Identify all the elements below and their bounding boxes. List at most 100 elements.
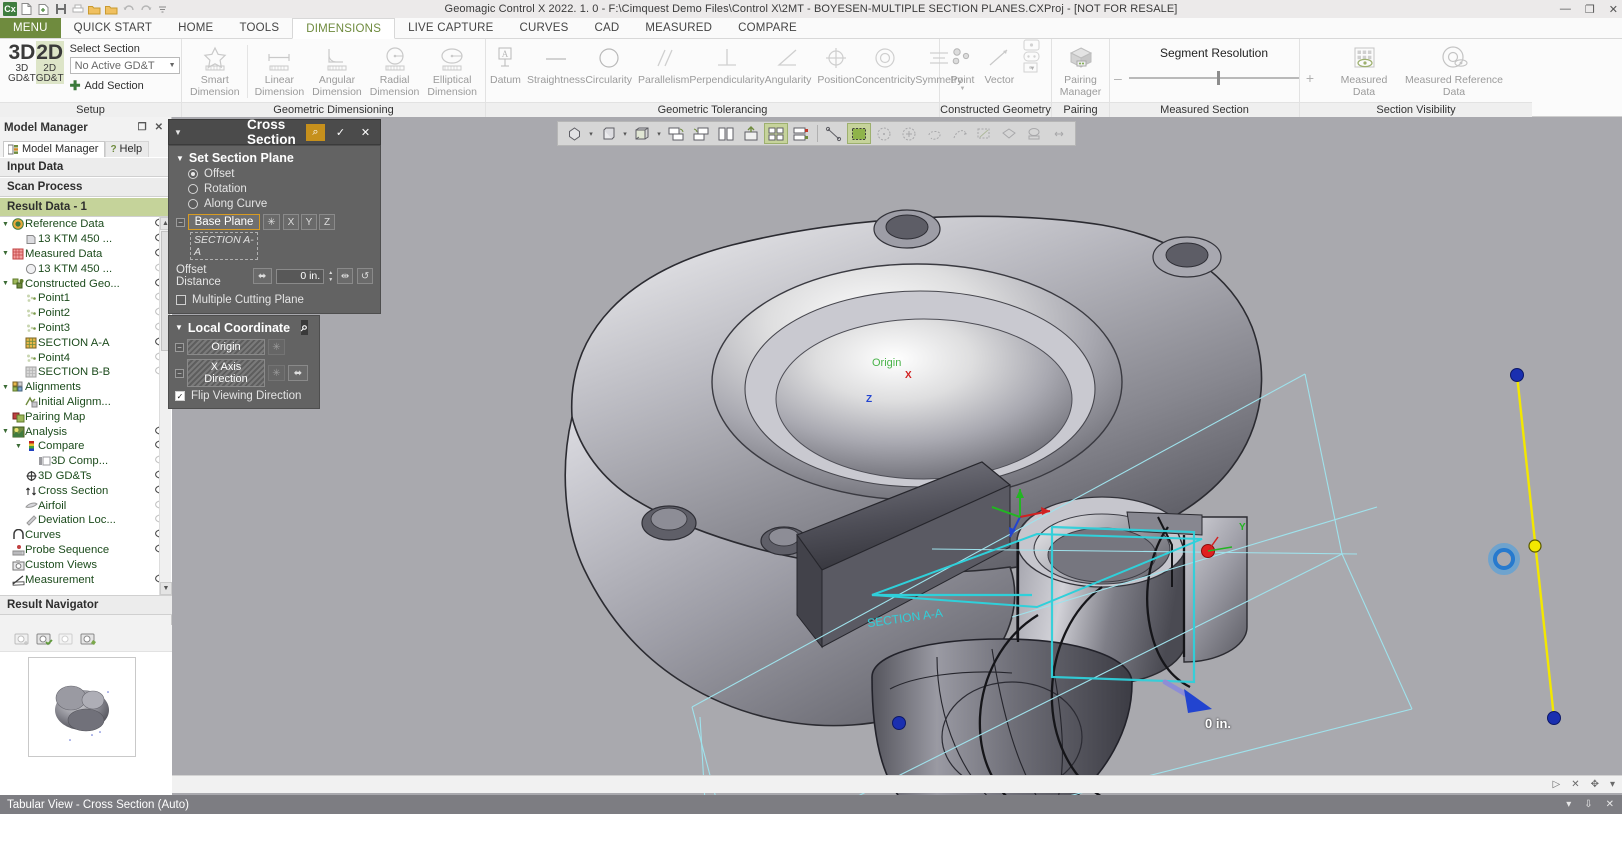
- radio-rotation-icon[interactable]: [188, 184, 198, 194]
- active-gdt-dropdown[interactable]: No Active GD&T ▼: [69, 57, 180, 74]
- tree-item-point1[interactable]: Point1: [0, 291, 172, 306]
- close-icon[interactable]: ✕: [1571, 779, 1579, 790]
- tree-caret-icon[interactable]: ▼: [0, 428, 11, 435]
- cancel-button[interactable]: ✕: [356, 124, 375, 141]
- more-geometry-dropdown-icon[interactable]: ▼: [1029, 66, 1035, 72]
- tree-item-section-a-a[interactable]: SECTION A-A: [0, 335, 172, 350]
- measured-data-button[interactable]: Measured Data: [1326, 41, 1402, 98]
- datum-button[interactable]: A Datum: [490, 41, 521, 86]
- close-panel-button[interactable]: ✕: [151, 122, 167, 133]
- tree-item-constructed-geo[interactable]: ▼ Constructed Geo...: [0, 276, 172, 291]
- multiple-cutting-plane-checkbox[interactable]: [176, 295, 186, 305]
- dropdown-icon[interactable]: ▾: [1610, 779, 1615, 790]
- wireframe-dropdown-icon[interactable]: ▾: [655, 130, 663, 138]
- radial-dimension-button[interactable]: Radial Dimension: [366, 41, 424, 98]
- model-tree[interactable]: ▼ Reference Data 13 KTM 450 ... ▼ Measured D…: [0, 217, 172, 595]
- slider-thumb[interactable]: [1217, 71, 1221, 85]
- section-field[interactable]: SECTION A-A: [190, 232, 258, 260]
- window-controls[interactable]: — ❐ ✕: [1560, 0, 1618, 18]
- tree-item-analysis[interactable]: ▼ Analysis: [0, 424, 172, 439]
- circle-plus-select-icon[interactable]: [897, 123, 921, 144]
- flip-viewing-direction-row[interactable]: ✓ Flip Viewing Direction: [175, 390, 313, 402]
- 3d-model-render[interactable]: [172, 117, 1622, 815]
- tabular-view-controls[interactable]: ▾ ⇩ ✕: [1566, 799, 1622, 810]
- angularity-button[interactable]: Angularity: [765, 41, 811, 86]
- multiple-cutting-plane-row[interactable]: Multiple Cutting Plane: [176, 294, 373, 306]
- smart-dimension-button[interactable]: Smart Dimension: [186, 41, 244, 98]
- tree-item-cross-section[interactable]: Cross Section: [0, 483, 172, 498]
- segment-resolution-slider[interactable]: – +: [1114, 70, 1314, 86]
- add-section-button[interactable]: ✚ Add Section: [70, 76, 180, 94]
- tab-quick-start[interactable]: QUICK START: [61, 18, 165, 38]
- flip-select-icon[interactable]: [1047, 123, 1071, 144]
- x-axis-direction-button[interactable]: X Axis Direction: [187, 359, 265, 387]
- wireframe-box-icon[interactable]: [630, 123, 654, 144]
- radio-offset-icon[interactable]: [188, 169, 198, 179]
- tab-menu[interactable]: MENU: [0, 18, 61, 38]
- local-coordinate-query-button[interactable]: ⌕: [301, 320, 309, 335]
- poly-select-icon[interactable]: [972, 123, 996, 144]
- 3d-viewport[interactable]: Origin X Z Y SECTION A-A 0 in. ▾ ▾ ▾: [172, 117, 1622, 815]
- offset-distance-row[interactable]: Offset Distance ⬌ 0 in. ▲ ▼ ⇹ ↺: [176, 264, 374, 288]
- tab-home[interactable]: HOME: [165, 18, 226, 38]
- box-view-dropdown-icon[interactable]: ▾: [621, 130, 629, 138]
- tabular-view-bar[interactable]: Tabular View - Cross Section (Auto) ▾ ⇩ …: [0, 795, 1622, 814]
- point-dropdown-icon[interactable]: ▼: [959, 86, 965, 92]
- linear-dimension-button[interactable]: Linear Dimension: [251, 41, 309, 98]
- tree-item-curves[interactable]: Curves: [0, 528, 172, 543]
- circularity-button[interactable]: Circularity: [585, 41, 632, 86]
- rect-select-icon[interactable]: [847, 123, 871, 144]
- capture-add-icon[interactable]: [14, 631, 31, 646]
- reset-icon[interactable]: ↺: [357, 268, 374, 284]
- tab-cad[interactable]: CAD: [581, 18, 632, 38]
- pin-icon[interactable]: ⇩: [1584, 799, 1592, 810]
- base-plane-button[interactable]: Base Plane: [188, 214, 260, 230]
- result-thumbnail[interactable]: [28, 657, 136, 757]
- stamp-select-icon[interactable]: [1022, 123, 1046, 144]
- angular-dimension-button[interactable]: Angular Dimension: [308, 41, 366, 98]
- split-vertical-icon[interactable]: [714, 123, 738, 144]
- measured-reference-data-button[interactable]: Measured Reference Data: [1402, 41, 1506, 98]
- tree-item-alignments[interactable]: ▼ Alignments: [0, 380, 172, 395]
- tree-item-point2[interactable]: Point2: [0, 306, 172, 321]
- minimize-button[interactable]: —: [1560, 3, 1571, 15]
- capture-remove-icon[interactable]: [58, 631, 75, 646]
- origin-expand-icon[interactable]: −: [175, 342, 184, 352]
- tree-item-13-ktm-450[interactable]: 13 KTM 450 ...: [0, 261, 172, 276]
- pairing-manager-button[interactable]: Pairing Manager: [1056, 41, 1105, 98]
- concentricity-button[interactable]: Concentricity: [855, 41, 915, 86]
- tree-item-3d-gd-ts[interactable]: 3D GD&Ts: [0, 469, 172, 484]
- scroll-down-button[interactable]: ▼: [160, 582, 172, 595]
- more-geometry-button[interactable]: ▼: [1018, 39, 1047, 73]
- radio-along-curve[interactable]: Along Curve: [188, 198, 373, 210]
- tree-item-13-ktm-450[interactable]: 13 KTM 450 ...: [0, 232, 172, 247]
- point-button[interactable]: Point ▼: [944, 41, 981, 92]
- pin-icon[interactable]: ✥: [1591, 779, 1599, 790]
- tab-measured[interactable]: MEASURED: [632, 18, 725, 38]
- model-manager-tabs[interactable]: Model Manager ? Help: [0, 138, 171, 157]
- tab-help[interactable]: ? Help: [105, 141, 150, 157]
- offset-spinner[interactable]: ▲ ▼: [328, 270, 333, 283]
- origin-pick-icon[interactable]: ✳: [268, 339, 285, 355]
- section-caret-icon[interactable]: ▼: [176, 154, 184, 163]
- tree-item-probe-sequence[interactable]: Probe Sequence: [0, 543, 172, 558]
- tree-item-measurement[interactable]: Measurement: [0, 572, 172, 587]
- tree-caret-icon[interactable]: ▼: [0, 250, 11, 257]
- tree-item-initial-alignm[interactable]: Initial Alignm...: [0, 395, 172, 410]
- slider-minus-icon[interactable]: –: [1114, 70, 1122, 86]
- axis-buttons[interactable]: X Y Z: [283, 214, 335, 230]
- tab-model-manager[interactable]: Model Manager: [3, 141, 106, 157]
- radio-along-curve-icon[interactable]: [188, 199, 198, 209]
- section-scan-process[interactable]: Scan Process: [0, 177, 171, 197]
- set-section-plane-header[interactable]: ▼ Set Section Plane: [176, 151, 373, 165]
- tree-item-reference-data[interactable]: ▼ Reference Data: [0, 217, 172, 232]
- measure-icon[interactable]: ⇹: [337, 268, 354, 284]
- tree-caret-icon[interactable]: ▼: [0, 384, 11, 391]
- tree-item-point3[interactable]: Point3: [0, 321, 172, 336]
- tab-tools[interactable]: TOOLS: [226, 18, 292, 38]
- origin-row[interactable]: − Origin ✳: [175, 339, 313, 355]
- tree-item-point4[interactable]: Point4: [0, 350, 172, 365]
- result-navigator-toolbar[interactable]: [0, 625, 172, 651]
- radio-rotation[interactable]: Rotation: [188, 183, 373, 195]
- collapse-caret-icon[interactable]: ▼: [174, 128, 182, 137]
